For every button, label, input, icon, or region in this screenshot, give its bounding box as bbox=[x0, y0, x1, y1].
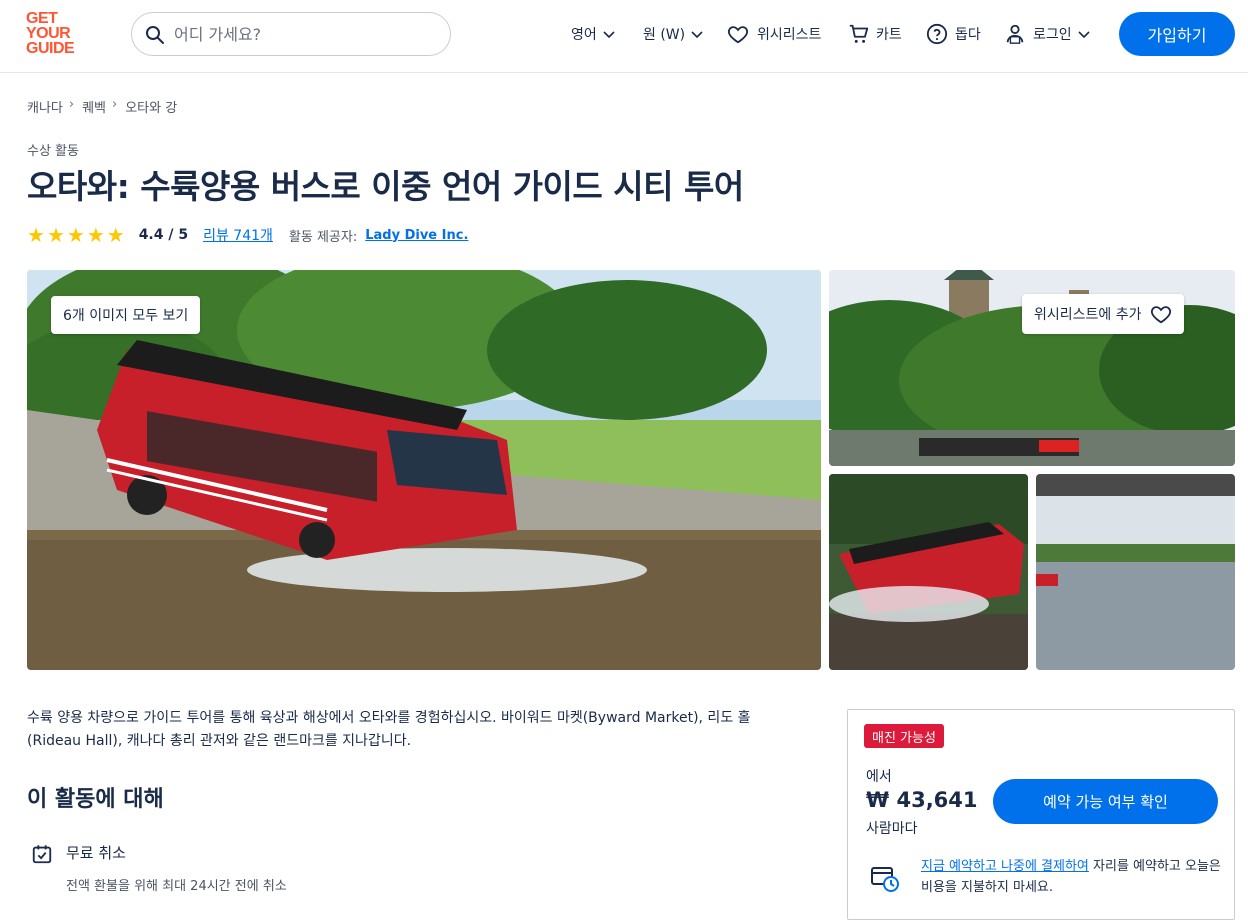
price-per-person: 사람마다 bbox=[866, 821, 918, 837]
add-to-wishlist-label: 위시리스트에 추가 bbox=[1034, 307, 1142, 323]
star-icon: ★ bbox=[106, 223, 125, 247]
bus-splash-photo bbox=[829, 474, 1028, 670]
getyourguide-logo[interactable]: GET YOUR GUIDE bbox=[26, 11, 86, 59]
provider-link[interactable]: Lady Dive Inc. bbox=[365, 228, 468, 243]
free-cancellation-subtitle: 전액 환불을 위해 최대 24시간 전에 취소 bbox=[66, 879, 287, 894]
login-label: 로그인 bbox=[1033, 27, 1072, 43]
reviews-link[interactable]: 리뷰 741개 bbox=[203, 225, 273, 245]
signup-button[interactable]: 가입하기 bbox=[1119, 12, 1235, 56]
language-label: 영어 bbox=[571, 27, 597, 43]
page-title: 오타와: 수륙양용 버스로 이중 언어 가이드 시티 투어 bbox=[27, 167, 744, 206]
cart-icon bbox=[849, 24, 869, 43]
chevron-down-icon bbox=[1078, 31, 1090, 39]
chevron-right-icon: › bbox=[68, 97, 75, 112]
star-rating: ★ ★ ★ ★ ★ bbox=[27, 224, 125, 246]
heart-icon bbox=[1150, 306, 1171, 324]
search-icon bbox=[146, 26, 164, 44]
see-all-images-button[interactable]: 6개 이미지 모두 보기 bbox=[51, 296, 201, 334]
top-header: GET YOUR GUIDE 영어 원 (W) 위시리스트 카트 돕다 로그인 … bbox=[0, 0, 1248, 73]
activity-description: 수륙 양용 차량으로 가이드 투어를 통해 육상과 해상에서 오타와를 경험하십… bbox=[27, 710, 751, 749]
booking-card: 매진 가능성 에서 ₩ 43,641 사람마다 예약 가능 여부 확인 지금 예… bbox=[847, 709, 1235, 920]
cart-link[interactable]: 카트 bbox=[848, 20, 902, 48]
logo-line-3: GUIDE bbox=[26, 40, 75, 57]
calendar-check-icon bbox=[32, 845, 52, 864]
logo-line-1: GET bbox=[26, 10, 58, 27]
price-from-label: 에서 bbox=[866, 769, 892, 785]
activity-category: 수상 활동 bbox=[27, 144, 79, 159]
likely-to-sell-out-badge: 매진 가능성 bbox=[864, 724, 944, 748]
chevron-down-icon bbox=[691, 31, 703, 39]
search-input[interactable] bbox=[174, 19, 434, 49]
breadcrumb-quebec[interactable]: 퀘벡 bbox=[82, 97, 106, 116]
user-icon bbox=[1006, 24, 1024, 44]
wishlist-label: 위시리스트 bbox=[757, 27, 822, 43]
rating-value: 4.4 / 5 bbox=[138, 227, 189, 243]
provider-label: 활동 제공자: bbox=[288, 229, 358, 245]
wishlist-link[interactable]: 위시리스트 bbox=[727, 20, 821, 48]
heart-icon bbox=[727, 26, 749, 44]
breadcrumb-ottawa-river[interactable]: 오타와 강 bbox=[125, 97, 177, 116]
help-label: 돕다 bbox=[955, 27, 981, 43]
breadcrumb-canada[interactable]: 캐나다 bbox=[27, 97, 63, 116]
river-photo bbox=[1036, 474, 1235, 670]
gallery-image-river[interactable] bbox=[1036, 474, 1235, 670]
chevron-down-icon bbox=[603, 31, 615, 39]
price-value: ₩ 43,641 bbox=[866, 788, 978, 812]
login-menu[interactable]: 로그인 bbox=[1004, 20, 1092, 48]
star-icon: ★ bbox=[27, 223, 45, 247]
calendar-clock-icon bbox=[871, 867, 899, 892]
currency-label: 원 (W) bbox=[643, 27, 686, 43]
add-to-wishlist-button[interactable]: 위시리스트에 추가 bbox=[1022, 294, 1184, 334]
star-icon: ★ bbox=[46, 223, 65, 247]
star-icon: ★ bbox=[86, 223, 105, 247]
star-icon: ★ bbox=[66, 223, 85, 247]
free-cancellation-title: 무료 취소 bbox=[66, 844, 126, 862]
rating-row: ★ ★ ★ ★ ★ 4.4 / 5 리뷰 741개 활동 제공자: Lady D… bbox=[27, 224, 468, 246]
chevron-right-icon: › bbox=[112, 97, 118, 112]
reserve-now-pay-later-link[interactable]: 지금 예약하고 나중에 결제하여 bbox=[921, 859, 1089, 874]
cart-label: 카트 bbox=[876, 27, 902, 43]
language-selector[interactable]: 영어 bbox=[571, 20, 617, 48]
help-icon bbox=[926, 23, 948, 45]
logo-line-2: YOUR bbox=[26, 25, 71, 42]
gallery-image-bus-splash[interactable] bbox=[829, 474, 1028, 670]
check-availability-button[interactable]: 예약 가능 여부 확인 bbox=[993, 779, 1218, 824]
breadcrumb: 캐나다 › 퀘벡 › 오타와 강 bbox=[27, 97, 177, 116]
search-bar[interactable] bbox=[131, 12, 451, 56]
help-link[interactable]: 돕다 bbox=[926, 20, 981, 48]
currency-selector[interactable]: 원 (W) bbox=[643, 20, 705, 48]
reserve-now-pay-later-text: 지금 예약하고 나중에 결제하여 자리를 예약하고 오늘은 비용을 지불하지 마… bbox=[921, 856, 1221, 898]
about-section-title: 이 활동에 대해 bbox=[27, 787, 164, 812]
